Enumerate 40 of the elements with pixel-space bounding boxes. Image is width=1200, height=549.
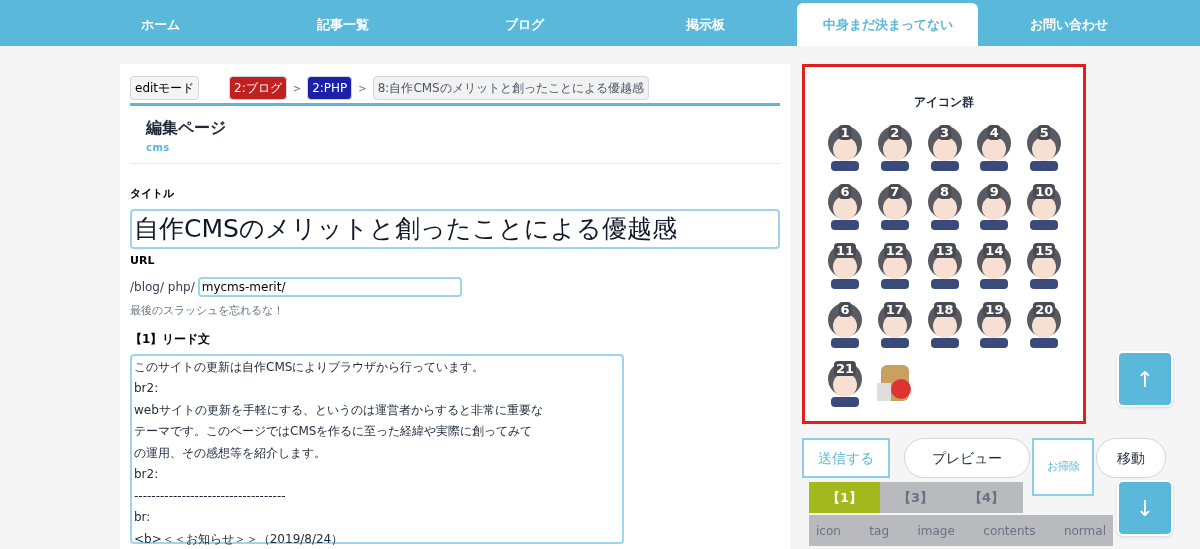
page-heading: 編集ページ bbox=[146, 117, 227, 139]
avatar-number: 2 bbox=[888, 125, 902, 140]
avatar-number: 1 bbox=[838, 125, 852, 140]
avatar-number: 11 bbox=[833, 243, 857, 258]
lead-textarea[interactable]: このサイトの更新は自作CMSによりブラウザから行っています。 br2: webサイトの更新を手軽にする、というのは運営者からすると非常に重要な テーマです。このページではCMSを作るに至った経緯や実際に創ってみて の運用、その感想等を紹介します。 br2: ----------------------------------- br: <b>＜＜お知らせ＞＞（2019/8/24） bbox=[130, 353, 624, 544]
avatar-number: 13 bbox=[933, 243, 956, 258]
edit-mode-button[interactable]: editモード bbox=[130, 76, 200, 100]
field-label: URL bbox=[130, 252, 156, 269]
url-prefix: /blog/ php/ bbox=[130, 279, 195, 296]
breadcrumb-link[interactable]: 2:ブログ bbox=[229, 76, 287, 100]
avatar-number: 5 bbox=[1037, 125, 1051, 140]
breadcrumb-separator: > bbox=[292, 81, 302, 96]
avatar-number: 20 bbox=[1033, 302, 1056, 317]
title-input[interactable]: 自作CMSのメリットと創ったことによる優越感 bbox=[130, 208, 780, 249]
avatar-number: 12 bbox=[883, 243, 906, 258]
panel-title: アイコン群 bbox=[913, 94, 975, 111]
url-input[interactable]: mycms-merit/ bbox=[197, 277, 462, 297]
avatar-number: 3 bbox=[938, 125, 952, 140]
avatar-number: 15 bbox=[1033, 243, 1056, 258]
avatar-number: 21 bbox=[833, 361, 857, 376]
field-label: タイトル bbox=[130, 186, 175, 202]
avatar-number: 6 bbox=[838, 302, 852, 317]
avatar-number: 8 bbox=[938, 184, 952, 199]
action-button[interactable]: 移動 bbox=[1096, 438, 1166, 478]
page-subheading: cms bbox=[146, 141, 171, 155]
action-button[interactable]: プレビュー bbox=[904, 438, 1030, 478]
avatar-number: 6 bbox=[838, 184, 852, 199]
avatar-number: 19 bbox=[983, 302, 1006, 317]
url-hint: 最後のスラッシュを忘れるな！ bbox=[130, 303, 285, 319]
breadcrumb-link[interactable]: 2:PHP bbox=[307, 76, 353, 100]
avatar-number: 4 bbox=[987, 125, 1001, 140]
avatar-number: 17 bbox=[883, 302, 906, 317]
breadcrumb-link[interactable]: 8:自作CMSのメリットと創ったことによる優越感 bbox=[372, 76, 649, 100]
avatar-number: 10 bbox=[1033, 184, 1056, 199]
avatar-number: 14 bbox=[983, 243, 1006, 258]
breadcrumb-separator: > bbox=[358, 81, 367, 96]
avatar-number: 9 bbox=[987, 184, 1001, 199]
avatar-number: 7 bbox=[888, 184, 902, 199]
field-label: 【1】リード文 bbox=[130, 330, 212, 348]
avatar-number: 18 bbox=[933, 302, 956, 317]
